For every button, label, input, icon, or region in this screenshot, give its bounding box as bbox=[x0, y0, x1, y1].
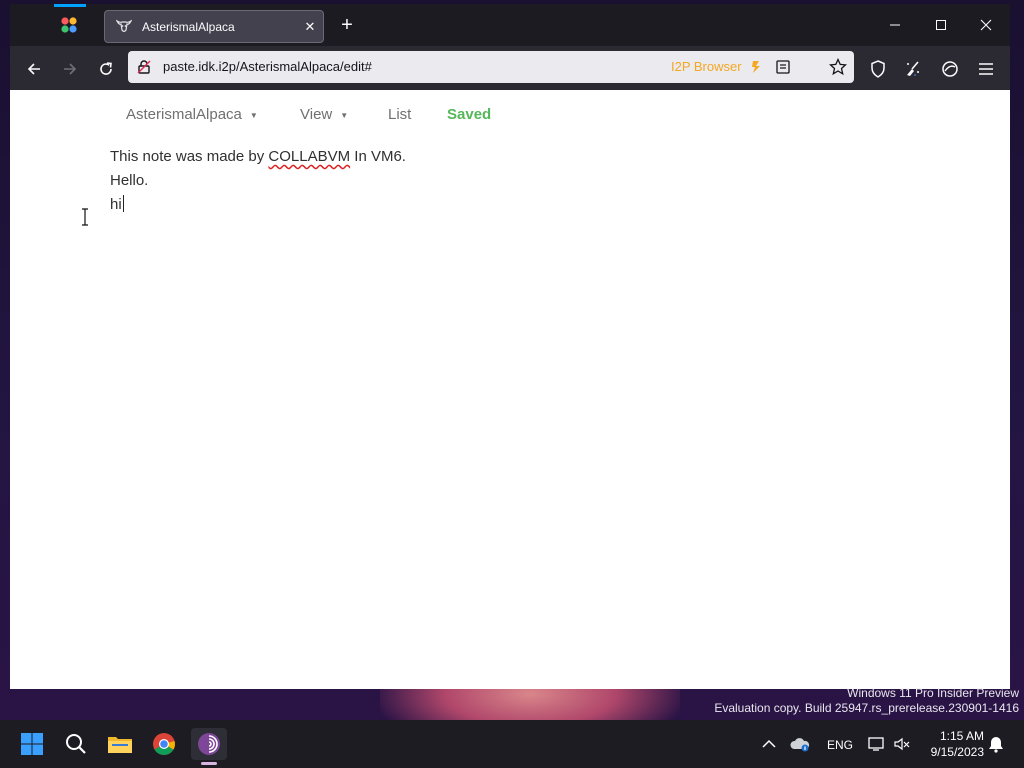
tab-asterismalalpaca[interactable]: AsterismalAlpaca ✕ bbox=[104, 10, 324, 43]
watermark-edition: Windows 11 Pro Insider Preview bbox=[847, 686, 1019, 700]
forward-button[interactable] bbox=[56, 55, 84, 83]
save-status: Saved bbox=[447, 106, 492, 123]
note-line-3-text: hi bbox=[110, 196, 122, 213]
reload-button[interactable] bbox=[92, 55, 120, 83]
browser-window: AsterismalAlpaca ✕ + paste.idk.i2p/Aster… bbox=[10, 4, 1010, 689]
taskbar-clock[interactable]: 1:15 AM 9/15/2023 bbox=[920, 728, 984, 760]
new-tab-button[interactable]: + bbox=[336, 14, 358, 36]
note-line-1-prefix: This note was made by bbox=[110, 148, 269, 165]
bookmark-star-icon[interactable] bbox=[827, 57, 849, 77]
chrome-button[interactable] bbox=[146, 728, 182, 760]
chrome-icon bbox=[153, 733, 175, 755]
volume-tray-button[interactable] bbox=[886, 728, 918, 760]
broom-icon bbox=[907, 61, 919, 76]
address-bar[interactable]: paste.idk.i2p/AsterismalAlpaca/edit# I2P… bbox=[128, 51, 854, 83]
search-button[interactable] bbox=[58, 728, 94, 760]
i2p-browser-label[interactable]: I2P Browser bbox=[671, 59, 742, 74]
back-button[interactable] bbox=[20, 55, 48, 83]
tab-accent-line bbox=[54, 4, 86, 7]
cow-skull-favicon-icon bbox=[115, 18, 133, 36]
note-name-menu[interactable]: AsterismalAlpaca ▼ bbox=[126, 106, 258, 123]
close-window-button[interactable] bbox=[971, 14, 1001, 36]
network-icon bbox=[868, 737, 884, 751]
note-line-1-suffix: In VM6. bbox=[350, 148, 406, 165]
windows-watermark: Windows 11 Pro Insider Preview Evaluatio… bbox=[714, 686, 1019, 716]
i2p-status-icon[interactable] bbox=[745, 57, 767, 77]
arrow-right-icon bbox=[64, 63, 77, 75]
view-menu[interactable]: View ▼ bbox=[300, 106, 348, 123]
navigation-toolbar: paste.idk.i2p/AsterismalAlpaca/edit# I2P… bbox=[10, 46, 1010, 90]
caret-down-icon: ▼ bbox=[340, 110, 349, 120]
ibeam-cursor-icon bbox=[82, 208, 88, 226]
arrow-left-icon bbox=[27, 63, 40, 75]
onedrive-tray-button[interactable] bbox=[782, 728, 818, 760]
broken-lock-icon[interactable] bbox=[136, 59, 152, 80]
maximize-button[interactable] bbox=[926, 14, 956, 36]
i2p-router-button[interactable] bbox=[936, 55, 964, 83]
view-menu-label: View bbox=[300, 106, 333, 123]
active-app-indicator bbox=[201, 762, 217, 765]
start-button[interactable] bbox=[14, 728, 50, 760]
tab-bar: AsterismalAlpaca ✕ + bbox=[10, 4, 1010, 46]
url-text[interactable]: paste.idk.i2p/AsterismalAlpaca/edit# bbox=[163, 59, 372, 74]
maximize-icon bbox=[936, 20, 946, 30]
taskbar: ENG 1:15 AM 9/15/2023 bbox=[0, 720, 1024, 768]
note-name-label: AsterismalAlpaca bbox=[126, 106, 242, 123]
note-line-1: This note was made by COLLABVM In VM6. bbox=[110, 145, 406, 169]
caret-down-icon: ▼ bbox=[249, 110, 258, 120]
minimize-button[interactable] bbox=[880, 14, 910, 36]
minimize-icon bbox=[890, 24, 900, 26]
search-icon bbox=[66, 734, 86, 754]
ublock-shield-button[interactable] bbox=[864, 55, 892, 83]
windows-logo-icon bbox=[21, 733, 43, 755]
reader-view-icon[interactable] bbox=[772, 57, 794, 77]
shield-icon bbox=[871, 60, 885, 78]
hamburger-menu-icon bbox=[979, 63, 993, 75]
cloud-icon bbox=[790, 738, 810, 752]
close-icon bbox=[980, 19, 992, 31]
tab-title: AsterismalAlpaca bbox=[142, 19, 235, 34]
speaker-muted-icon bbox=[894, 737, 910, 751]
note-editor[interactable]: This note was made by COLLABVM In VM6. H… bbox=[110, 145, 406, 217]
watermark-build: Evaluation copy. Build 25947.rs_prerelea… bbox=[714, 701, 1019, 715]
page-content: AsterismalAlpaca ▼ View ▼ List Saved This … bbox=[10, 90, 1010, 689]
text-caret bbox=[122, 195, 124, 212]
reload-icon bbox=[100, 62, 112, 75]
folder-icon bbox=[108, 737, 132, 753]
firefox-view-button[interactable] bbox=[54, 10, 84, 40]
language-indicator[interactable]: ENG bbox=[827, 738, 853, 752]
clock-date: 9/15/2023 bbox=[930, 745, 984, 759]
tor-browser-button[interactable] bbox=[191, 728, 227, 760]
file-explorer-button[interactable] bbox=[102, 728, 138, 760]
misspelled-word[interactable]: COLLABVM bbox=[268, 148, 350, 165]
extensions-button[interactable] bbox=[899, 55, 927, 83]
colorful-apps-icon bbox=[61, 17, 77, 33]
list-link[interactable]: List bbox=[388, 106, 411, 123]
tab-close-icon[interactable]: ✕ bbox=[299, 19, 321, 35]
bell-icon bbox=[989, 737, 1003, 753]
notifications-button[interactable] bbox=[982, 728, 1010, 760]
clock-time: 1:15 AM bbox=[939, 729, 984, 743]
note-line-2: Hello. bbox=[110, 172, 149, 189]
note-line-3: hi bbox=[110, 193, 406, 217]
i2p-globe-icon bbox=[942, 61, 958, 77]
chevron-up-icon bbox=[762, 739, 776, 748]
app-menu-button[interactable] bbox=[972, 55, 1000, 83]
tor-onion-icon bbox=[198, 733, 220, 755]
